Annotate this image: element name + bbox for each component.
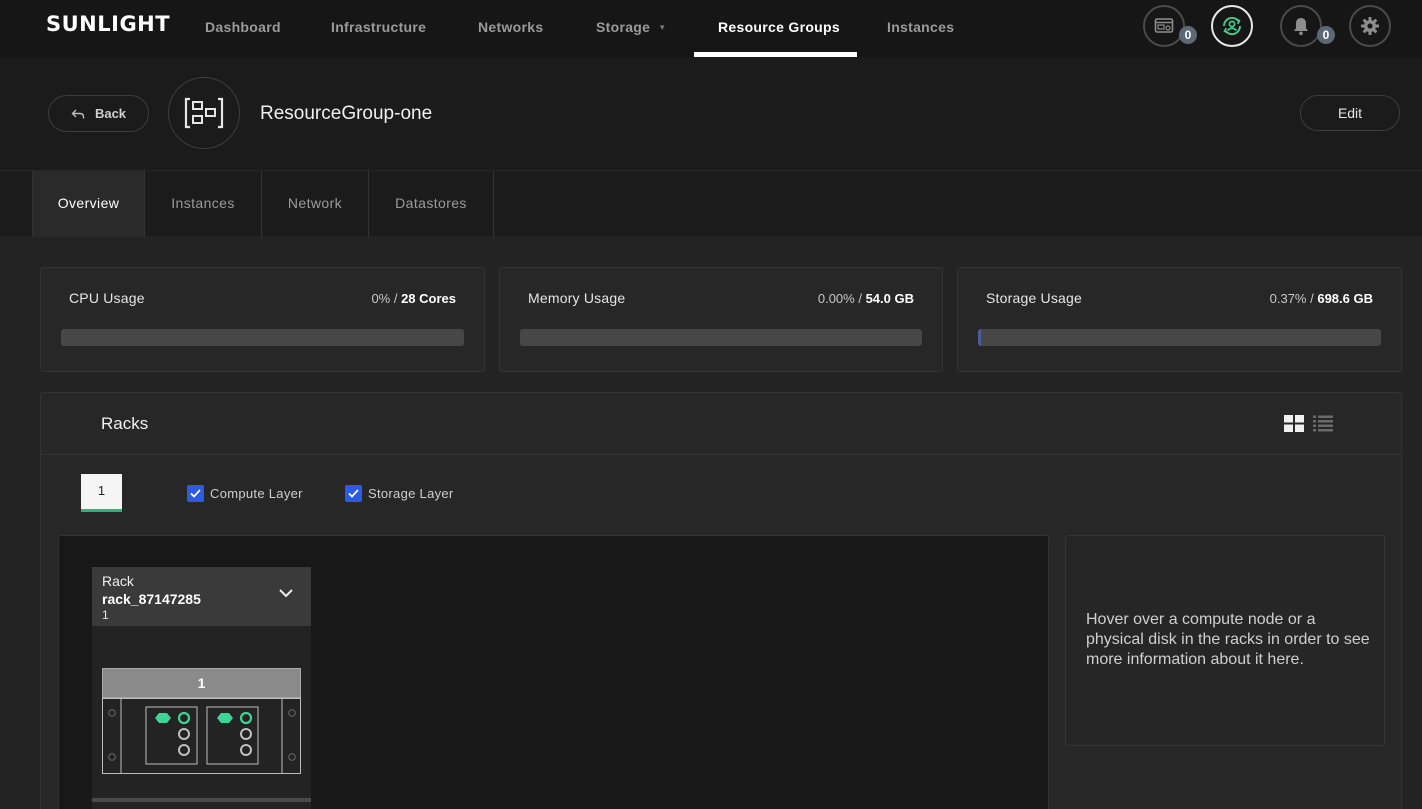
top-nav: SUNLIGHT Dashboard Infrastructure Networ… [0,0,1422,57]
memory-usage-card: Memory Usage 0.00% / 54.0 GB [499,267,943,372]
list-view-icon[interactable] [1313,415,1333,432]
storage-usage-label: Storage Usage [986,290,1082,306]
storage-layer-checkbox[interactable] [345,485,362,502]
caret-down-icon: ▼ [658,23,667,32]
compute-node[interactable] [145,706,198,765]
disk-slot [240,744,252,756]
racks-header: Racks [41,393,1401,455]
console-icon [1154,18,1174,33]
storage-usage-card: Storage Usage 0.37% / 698.6 GB [957,267,1402,372]
tab-overview[interactable]: Overview [32,171,145,237]
nav-resource-groups[interactable]: Resource Groups [718,0,840,57]
page-header: Back ResourceGroup-one Edit [0,57,1422,170]
storage-usage-bar [978,329,1381,346]
rack-base [92,798,311,802]
chassis-diagram [108,699,296,773]
cpu-usage-value: 0% / 28 Cores [371,291,456,306]
rack-page-chip[interactable]: 1 [81,474,122,512]
grid-view-icon[interactable] [1284,415,1304,432]
back-arrow-icon [71,109,85,118]
back-button[interactable]: Back [48,95,149,132]
tab-instances[interactable]: Instances [145,171,262,237]
sunlight-logo[interactable]: SUNLIGHT [46,12,170,36]
memory-usage-percent: 0.00% [817,291,855,306]
chevron-down-icon[interactable] [278,588,294,598]
cpu-usage-bar [61,329,464,346]
rack-number: 1 [102,608,109,622]
compute-layer-toggle[interactable]: Compute Layer [187,485,303,502]
chassis [102,698,301,774]
nav-storage-label: Storage [596,19,651,35]
notification-count-badge: 0 [1317,26,1335,44]
cpu-usage-separator: / [390,291,402,306]
rack-name: rack_87147285 [102,591,201,607]
rack-card[interactable]: Rack rack_87147285 1 1 [92,567,311,809]
rack-header[interactable]: Rack rack_87147285 1 [92,567,311,626]
cpu-usage-total: 28 Cores [401,291,456,306]
edit-button[interactable]: Edit [1300,95,1400,131]
chassis-label: 1 [102,668,301,698]
checkmark-icon [190,489,201,498]
console-button[interactable] [1143,5,1185,47]
compute-node[interactable] [206,706,259,765]
tab-network[interactable]: Network [262,171,369,237]
tab-datastores[interactable]: Datastores [369,171,494,237]
console-count-badge: 0 [1179,26,1197,44]
storage-usage-value: 0.37% / 698.6 GB [1270,291,1373,306]
racks-title: Racks [101,414,149,433]
checkmark-icon [348,489,359,498]
storage-layer-label: Storage Layer [368,486,454,501]
tab-bar: Overview Instances Network Datastores [0,170,1422,237]
rack-kind-label: Rack [102,573,134,589]
memory-usage-label: Memory Usage [528,290,626,306]
memory-usage-bar [520,329,922,346]
disk-slot [177,711,191,725]
memory-usage-separator: / [854,291,866,306]
gear-icon [1361,17,1379,35]
cpu-usage-label: CPU Usage [69,290,145,306]
resource-group-icon [184,97,224,129]
storage-usage-percent: 0.37% [1269,291,1307,306]
nav-dashboard[interactable]: Dashboard [205,0,281,57]
page-title: ResourceGroup-one [260,103,433,124]
notifications-button[interactable] [1280,5,1322,47]
rack-canvas: Rack rack_87147285 1 1 [58,535,1049,809]
nav-networks[interactable]: Networks [478,0,543,57]
disk-slot [178,728,190,740]
user-sync-button[interactable] [1211,5,1253,47]
nav-instances[interactable]: Instances [887,0,954,57]
settings-button[interactable] [1349,5,1391,47]
bell-icon [1294,18,1308,36]
memory-usage-value: 0.00% / 54.0 GB [818,291,914,306]
storage-usage-total: 698.6 GB [1317,291,1373,306]
storage-usage-fill [978,329,981,346]
disk-slot [239,711,253,725]
hover-info-panel: Hover over a compute node or a physical … [1065,535,1385,746]
cpu-usage-card: CPU Usage 0% / 28 Cores [40,267,485,372]
disk-slot [240,728,252,740]
back-label: Back [94,106,127,121]
nav-storage[interactable]: Storage ▼ [596,0,666,57]
compute-node-status-icon [217,713,233,723]
compute-node-status-icon [155,713,171,723]
resource-group-avatar [168,77,240,149]
racks-panel: Racks 1 Compute Layer Storage Layer Rack… [40,392,1402,809]
user-sync-icon [1223,17,1241,35]
storage-usage-separator: / [1306,291,1318,306]
nav-infrastructure[interactable]: Infrastructure [331,0,426,57]
memory-usage-total: 54.0 GB [865,291,914,306]
cpu-usage-percent: 0% [371,291,391,306]
compute-layer-checkbox[interactable] [187,485,204,502]
compute-layer-label: Compute Layer [210,486,303,501]
disk-slot [178,744,190,756]
hover-info-text: Hover over a compute node or a physical … [1086,611,1370,668]
storage-layer-toggle[interactable]: Storage Layer [345,485,454,502]
